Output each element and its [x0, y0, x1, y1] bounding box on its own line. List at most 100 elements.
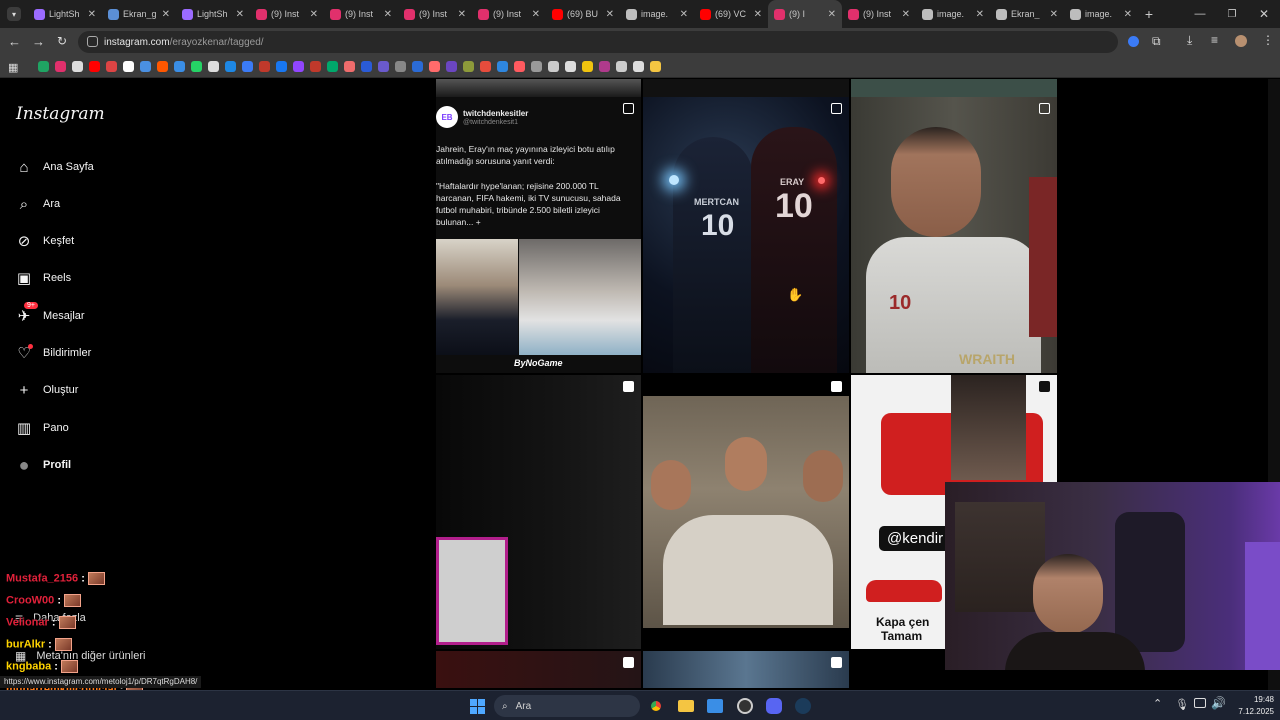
tab-close-icon[interactable]: ✕: [1124, 9, 1132, 20]
browser-tab[interactable]: image. ✕: [916, 0, 990, 28]
minimize-button[interactable]: —: [1184, 8, 1216, 20]
bookmark-icon[interactable]: [140, 61, 151, 72]
steam-icon[interactable]: [795, 698, 811, 714]
bookmark-icon[interactable]: [582, 61, 593, 72]
browser-tab[interactable]: (69) VC ✕: [694, 0, 768, 28]
bookmark-icon[interactable]: [191, 61, 202, 72]
tab-search-button[interactable]: ▾: [0, 0, 28, 28]
tab-close-icon[interactable]: ✕: [88, 9, 96, 20]
browser-tab[interactable]: (9) Inst ✕: [250, 0, 324, 28]
download-icon[interactable]: ⤓: [1187, 33, 1192, 48]
bookmark-icon[interactable]: [412, 61, 423, 72]
tab-close-icon[interactable]: ✕: [976, 9, 984, 20]
browser-tab[interactable]: (9) Inst ✕: [398, 0, 472, 28]
bookmark-icon[interactable]: [514, 61, 525, 72]
browser-tab[interactable]: LightSh ✕: [28, 0, 102, 28]
microphone-icon[interactable]: 🎙: [1175, 698, 1189, 711]
photos-icon[interactable]: [707, 699, 723, 713]
bookmark-icon[interactable]: [157, 61, 168, 72]
bookmark-icon[interactable]: [327, 61, 338, 72]
bookmark-icon[interactable]: [633, 61, 644, 72]
bookmark-icon[interactable]: [72, 61, 83, 72]
start-button[interactable]: [470, 699, 485, 714]
obs-icon[interactable]: [737, 698, 753, 714]
tab-close-icon[interactable]: ✕: [458, 9, 466, 20]
bookmark-icon[interactable]: [599, 61, 610, 72]
bookmark-icon[interactable]: [276, 61, 287, 72]
extensions-icon[interactable]: ⧉: [1152, 34, 1161, 49]
site-info-icon[interactable]: [87, 36, 98, 47]
apps-grid-icon[interactable]: ▦: [8, 61, 18, 74]
reel-tile-bottom-2[interactable]: [643, 651, 849, 688]
tab-close-icon[interactable]: ✕: [384, 9, 392, 20]
close-window-button[interactable]: ✕: [1248, 7, 1280, 21]
tab-close-icon[interactable]: ✕: [828, 9, 836, 20]
bookmark-icon[interactable]: [310, 61, 321, 72]
bookmark-icon[interactable]: [378, 61, 389, 72]
menu-dots-icon[interactable]: ⋮: [1262, 33, 1274, 47]
bookmark-icon[interactable]: [446, 61, 457, 72]
sidebar-item-profil[interactable]: ● Profil: [15, 454, 72, 476]
back-icon[interactable]: ←: [8, 34, 21, 49]
bookmark-icon[interactable]: [225, 61, 236, 72]
tab-close-icon[interactable]: ✕: [606, 9, 614, 20]
bookmark-icon[interactable]: [55, 61, 66, 72]
reading-list-icon[interactable]: ≡: [1211, 33, 1218, 47]
tab-close-icon[interactable]: ✕: [310, 9, 318, 20]
browser-tab[interactable]: (9) Inst ✕: [472, 0, 546, 28]
bookmark-icon[interactable]: [208, 61, 219, 72]
browser-tab[interactable]: (9) Inst ✕: [842, 0, 916, 28]
file-explorer-icon[interactable]: [678, 700, 694, 712]
sidebar-item-bildirimler[interactable]: ♡ Bildirimler: [15, 342, 91, 364]
sidebar-item-mesajlar[interactable]: ✈ 9+ Mesajlar: [15, 302, 85, 327]
discord-icon[interactable]: [766, 698, 782, 714]
sidebar-item-oluştur[interactable]: + Oluştur: [15, 379, 79, 401]
taskbar-search[interactable]: ⌕ Ara: [494, 695, 640, 717]
browser-tab[interactable]: LightSh ✕: [176, 0, 250, 28]
bookmark-icon[interactable]: [395, 61, 406, 72]
sidebar-item-ana-sayfa[interactable]: ⌂ Ana Sayfa: [15, 156, 93, 178]
instagram-logo[interactable]: Instagram: [16, 104, 105, 124]
bookmark-icon[interactable]: [38, 61, 49, 72]
bookmark-icon[interactable]: [463, 61, 474, 72]
bookmark-icon[interactable]: [565, 61, 576, 72]
tab-close-icon[interactable]: ✕: [754, 9, 762, 20]
extension-blue-icon[interactable]: [1128, 36, 1139, 47]
post-tile-jersey[interactable]: MERTCAN 10 ERAY 10 ✋: [643, 97, 849, 373]
bookmark-icon[interactable]: [89, 61, 100, 72]
browser-tab[interactable]: (69) BU ✕: [546, 0, 620, 28]
reload-icon[interactable]: ↻: [57, 34, 67, 48]
network-icon[interactable]: [1194, 698, 1206, 708]
chrome-icon[interactable]: [648, 698, 664, 714]
bookmark-icon[interactable]: [650, 61, 661, 72]
sidebar-item-pano[interactable]: ▥ Pano: [15, 417, 69, 439]
browser-tab[interactable]: Ekran_g ✕: [102, 0, 176, 28]
bookmark-icon[interactable]: [548, 61, 559, 72]
forward-icon[interactable]: →: [32, 34, 45, 49]
browser-tab[interactable]: image. ✕: [1064, 0, 1138, 28]
volume-icon[interactable]: 🔊: [1211, 696, 1226, 710]
reel-tile-laughing[interactable]: [643, 375, 849, 649]
sidebar-item-ara[interactable]: ⌕ Ara: [15, 193, 60, 215]
bookmark-icon[interactable]: [531, 61, 542, 72]
tab-close-icon[interactable]: ✕: [236, 9, 244, 20]
bookmark-icon[interactable]: [480, 61, 491, 72]
sidebar-item-keşfet[interactable]: ⊘ Keşfet: [15, 230, 74, 252]
bookmark-icon[interactable]: [497, 61, 508, 72]
tab-close-icon[interactable]: ✕: [1050, 9, 1058, 20]
reel-tile-bottom-1[interactable]: [436, 651, 641, 688]
bookmark-icon[interactable]: [242, 61, 253, 72]
post-tile-shirt[interactable]: 10 WRAITH: [851, 97, 1057, 373]
bookmark-icon[interactable]: [344, 61, 355, 72]
bookmark-icon[interactable]: [361, 61, 372, 72]
tab-close-icon[interactable]: ✕: [680, 9, 688, 20]
browser-tab[interactable]: (9) Inst ✕: [324, 0, 398, 28]
tab-close-icon[interactable]: ✕: [162, 9, 170, 20]
bookmark-icon[interactable]: [106, 61, 117, 72]
bookmark-icon[interactable]: [616, 61, 627, 72]
tray-chevron-icon[interactable]: ⌃: [1153, 697, 1162, 710]
browser-tab[interactable]: (9) I ✕: [768, 0, 842, 28]
clock[interactable]: 19:48 7.12.2025: [1230, 694, 1274, 718]
browser-tab[interactable]: image. ✕: [620, 0, 694, 28]
bookmark-icon[interactable]: [429, 61, 440, 72]
